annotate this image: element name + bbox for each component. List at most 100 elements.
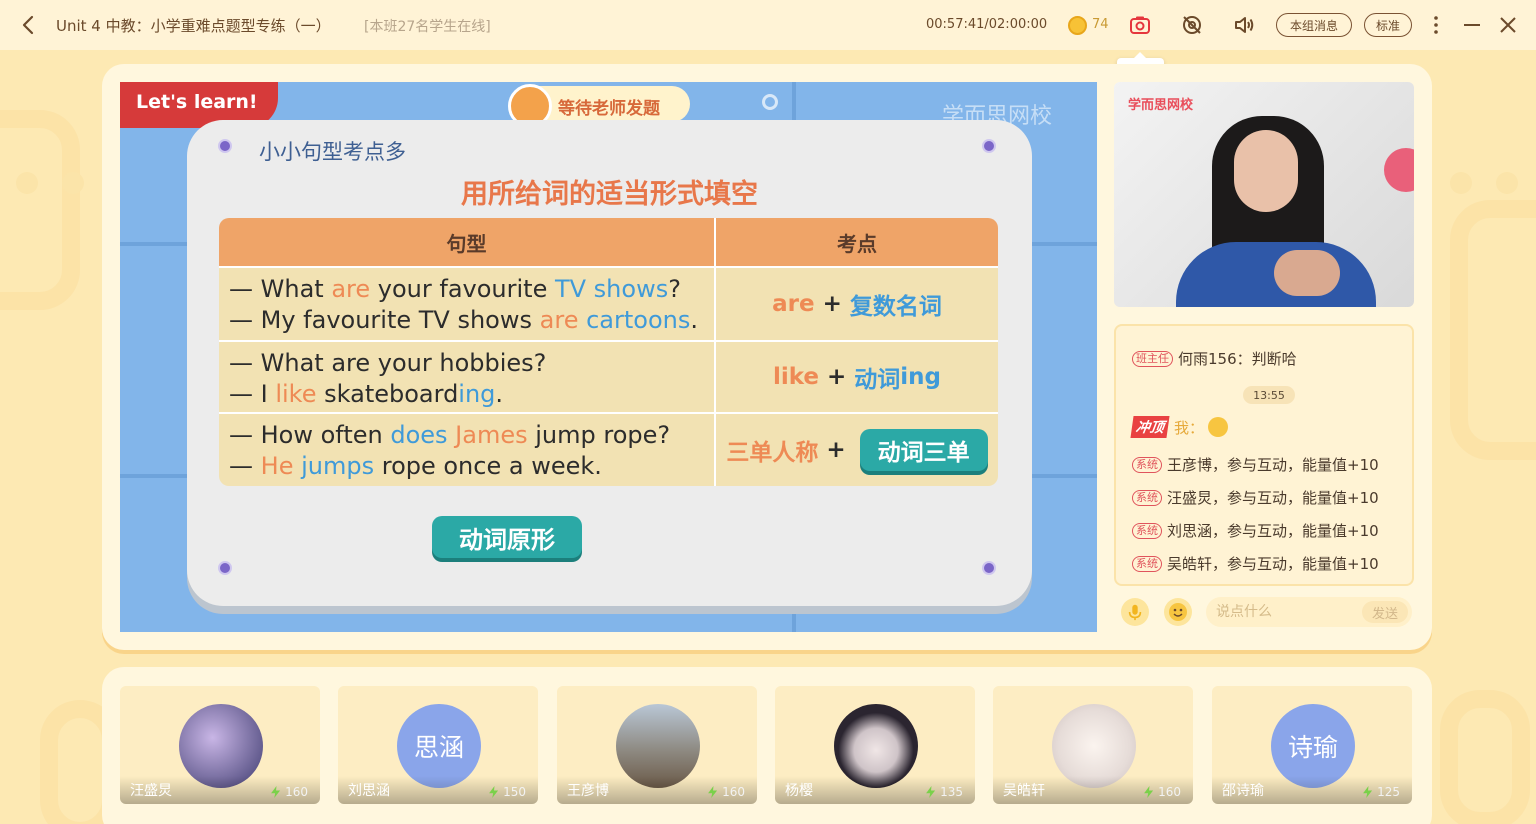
top-bar: Unit 4 中教：小学重难点题型专练（一） [本班27名学生在线] 00:57…	[0, 0, 1536, 50]
student-score: 160	[271, 785, 308, 799]
pin-icon	[982, 139, 996, 153]
energy-bolt-icon	[926, 786, 936, 798]
grammar-point: are + 复数名词	[772, 291, 942, 320]
online-count: [本班27名学生在线]	[364, 19, 491, 35]
table-row: — What are your hobbies? — I like skateb…	[219, 340, 998, 412]
pin-icon	[218, 139, 232, 153]
board-title: 用所给词的适当形式填空	[461, 179, 758, 210]
table-header: 句型 考点	[219, 218, 998, 266]
student-name: 汪盛炅	[130, 783, 172, 799]
back-button[interactable]	[18, 13, 40, 37]
message-text: 汪盛炅，参与互动，能量值+10	[1167, 489, 1379, 507]
message-text: 吴皓轩，参与互动，能量值+10	[1167, 555, 1379, 573]
chat-message: 系统 吴皓轩，参与互动，能量值+10	[1132, 553, 1379, 574]
sentence-line: — He jumps rope once a week.	[229, 452, 602, 480]
energy-bolt-icon	[271, 786, 281, 798]
student-score: 125	[1363, 785, 1400, 799]
background-dot	[62, 172, 84, 194]
system-tag: 系统	[1132, 555, 1162, 572]
pin-icon	[218, 561, 232, 575]
energy-bolt-icon	[489, 786, 499, 798]
emoji-button[interactable]	[1164, 598, 1192, 626]
more-button[interactable]	[1425, 14, 1447, 36]
sentence-table: 句型 考点 — What are your favourite TV shows…	[219, 218, 998, 486]
background-dot	[1496, 172, 1518, 194]
student-card[interactable]: 吴皓轩 160	[993, 686, 1193, 804]
screenshot-button[interactable]	[1129, 14, 1151, 36]
student-score: 160	[708, 785, 745, 799]
student-name: 刘思涵	[348, 783, 390, 799]
send-button[interactable]: 发送	[1362, 601, 1408, 623]
student-card[interactable]: 王彦博 160	[557, 686, 757, 804]
student-card[interactable]: 汪盛炅 160	[120, 686, 320, 804]
chat-message: 系统 汪盛炅，参与互动，能量值+10	[1132, 487, 1379, 508]
table-row: — What are your favourite TV shows? — My…	[219, 266, 998, 340]
student-card[interactable]: 诗瑜 邵诗瑜 125	[1212, 686, 1412, 804]
sentence-line: — How often does James jump rope?	[229, 421, 671, 449]
energy-bolt-icon	[1363, 786, 1373, 798]
student-score: 135	[926, 785, 963, 799]
group-message-button[interactable]: 本组消息	[1276, 13, 1352, 37]
teacher-figure	[1274, 250, 1340, 296]
student-card[interactable]: 杨樱 135	[775, 686, 975, 804]
chevron-left-icon	[22, 15, 34, 35]
smiley-icon	[1169, 603, 1187, 621]
chat-timestamp: 13:55	[1243, 386, 1295, 404]
coin-count: 74	[1092, 17, 1109, 32]
video-decoration	[1384, 148, 1414, 192]
camera-icon	[1130, 16, 1150, 34]
table-row: — How often does James jump rope? — He j…	[219, 412, 998, 486]
student-name: 王彦博	[567, 783, 609, 799]
chat-message: 班主任 何雨156：判断哈	[1132, 348, 1297, 369]
system-tag: 系统	[1132, 522, 1162, 539]
sentence-line: — My favourite TV shows are cartoons.	[229, 306, 698, 334]
header-sentence: 句型	[219, 218, 716, 266]
chat-message: 冲顶 我：	[1130, 416, 1229, 438]
waiting-text: 等待老师发题	[558, 99, 660, 119]
chat-message: 系统 王彦博，参与互动，能量值+10	[1132, 454, 1379, 475]
waiting-badge: 等待老师发题	[508, 84, 690, 128]
class-title: Unit 4 中教：小学重难点题型专练（一）	[56, 17, 331, 35]
coin-icon	[1068, 16, 1087, 35]
energy-bolt-icon	[1144, 786, 1154, 798]
minimize-button[interactable]	[1461, 14, 1483, 36]
grammar-point: like + 动词 ing	[772, 364, 942, 393]
grammar-point: 三单人称 + 动词三单	[716, 414, 998, 486]
base-form-option-button[interactable]: 动词原形	[432, 516, 582, 558]
crying-emoji-icon	[1208, 417, 1229, 437]
message-text: 刘思涵，参与互动，能量值+10	[1167, 522, 1379, 540]
message-text: 何雨156：判断哈	[1178, 350, 1297, 368]
minimize-icon	[1464, 24, 1480, 26]
student-name: 吴皓轩	[1003, 783, 1045, 799]
energy-bolt-icon	[708, 786, 718, 798]
student-score: 160	[1144, 785, 1181, 799]
sentence-line: — What are your favourite TV shows?	[229, 275, 681, 303]
quality-button[interactable]: 标准	[1364, 13, 1412, 37]
courseware-slide: Let's learn! 等待老师发题 学而思网校 小小句型考点多 用所给词的适…	[120, 82, 1097, 632]
student-name: 邵诗瑜	[1222, 783, 1264, 799]
eye-off-icon	[1183, 16, 1201, 34]
voice-button[interactable]	[1121, 598, 1149, 626]
chat-message: 系统 刘思涵，参与互动，能量值+10	[1132, 520, 1379, 541]
chat-panel: 班主任 何雨156：判断哈 13:55 冲顶 我： 系统 王彦博，参与互动，能量…	[1114, 324, 1414, 586]
more-vertical-icon	[1434, 16, 1438, 34]
board-subtitle: 小小句型考点多	[259, 140, 406, 164]
top-badge: 冲顶	[1130, 416, 1170, 438]
student-card[interactable]: 思涵 刘思涵 150	[338, 686, 538, 804]
message-text: 我：	[1174, 418, 1205, 437]
student-name: 杨樱	[785, 783, 813, 799]
sentence-line: — What are your hobbies?	[229, 349, 547, 377]
ring-decoration	[762, 94, 778, 110]
close-button[interactable]	[1497, 14, 1519, 36]
background-decoration	[1450, 200, 1536, 460]
message-text: 王彦博，参与互动，能量值+10	[1167, 456, 1379, 474]
teacher-video: 学而思网校	[1114, 82, 1414, 307]
header-point: 考点	[837, 231, 877, 256]
volume-button[interactable]	[1233, 14, 1255, 36]
system-tag: 系统	[1132, 489, 1162, 506]
background-decoration	[0, 110, 80, 310]
camera-off-button[interactable]	[1181, 14, 1203, 36]
teacher-figure	[1234, 130, 1298, 212]
speaker-icon	[1235, 17, 1254, 33]
answer-option-button[interactable]: 动词三单	[859, 429, 988, 471]
